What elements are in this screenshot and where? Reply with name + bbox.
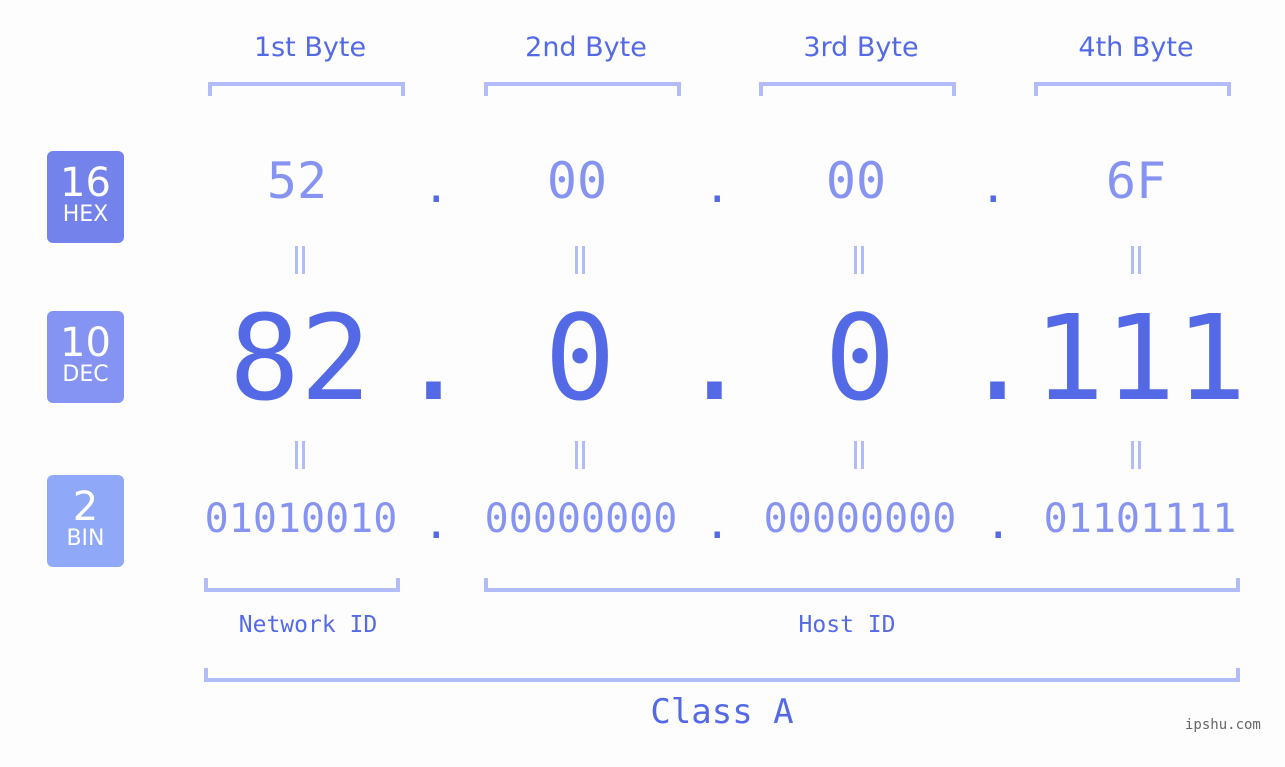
equals-icon <box>849 441 869 477</box>
bin-badge: 2 BIN <box>47 475 124 567</box>
byte-header-3: 3rd Byte <box>803 32 919 63</box>
bin-badge-number: 2 <box>72 484 99 530</box>
dec-badge-number: 10 <box>60 320 111 366</box>
bin-separator-2: . <box>704 498 731 549</box>
dec-byte-4: 111 <box>1033 289 1247 427</box>
equals-icon <box>570 246 590 282</box>
bin-badge-label: BIN <box>66 526 105 551</box>
byte-header-1: 1st Byte <box>253 32 367 63</box>
hex-separator-1: . <box>423 162 450 213</box>
equals-icon <box>290 441 310 477</box>
dec-separator-3: . <box>962 289 1034 427</box>
equals-icon <box>849 246 869 282</box>
watermark: ipshu.com <box>1185 717 1261 733</box>
bin-separator-3: . <box>985 498 1012 549</box>
class-bracket <box>204 668 1240 682</box>
hex-separator-2: . <box>704 162 731 213</box>
equals-icon <box>1126 441 1146 477</box>
network-id-label: Network ID <box>238 612 378 638</box>
equals-icon <box>290 246 310 282</box>
host-id-bracket <box>484 578 1240 592</box>
class-label: Class A <box>650 692 794 732</box>
dec-separator-2: . <box>679 289 751 427</box>
bin-byte-2: 00000000 <box>484 496 678 542</box>
bin-byte-3: 00000000 <box>763 496 957 542</box>
byte-header-4: 4th Byte <box>1078 32 1194 63</box>
hex-byte-3: 00 <box>825 152 887 210</box>
hex-badge-label: HEX <box>62 202 109 227</box>
byte-bracket-2 <box>484 82 681 96</box>
byte-bracket-3 <box>759 82 956 96</box>
hex-byte-1: 52 <box>266 152 328 210</box>
dec-byte-1: 82 <box>228 289 372 427</box>
network-id-bracket <box>204 578 400 592</box>
dec-separator-1: . <box>398 289 470 427</box>
byte-bracket-1 <box>208 82 405 96</box>
byte-bracket-4 <box>1034 82 1231 96</box>
hex-byte-2: 00 <box>546 152 608 210</box>
dec-badge: 10 DEC <box>47 311 124 403</box>
hex-separator-3: . <box>980 162 1007 213</box>
byte-header-2: 2nd Byte <box>525 32 647 63</box>
hex-byte-4: 6F <box>1105 152 1167 210</box>
dec-byte-2: 0 <box>544 289 616 427</box>
bin-separator-1: . <box>423 498 450 549</box>
dec-byte-3: 0 <box>824 289 896 427</box>
bin-byte-4: 01101111 <box>1043 496 1237 542</box>
hex-badge: 16 HEX <box>47 151 124 243</box>
hex-badge-number: 16 <box>60 160 111 206</box>
bin-byte-1: 01010010 <box>204 496 398 542</box>
equals-icon <box>1126 246 1146 282</box>
dec-badge-label: DEC <box>62 362 109 387</box>
equals-icon <box>570 441 590 477</box>
host-id-label: Host ID <box>798 612 896 638</box>
